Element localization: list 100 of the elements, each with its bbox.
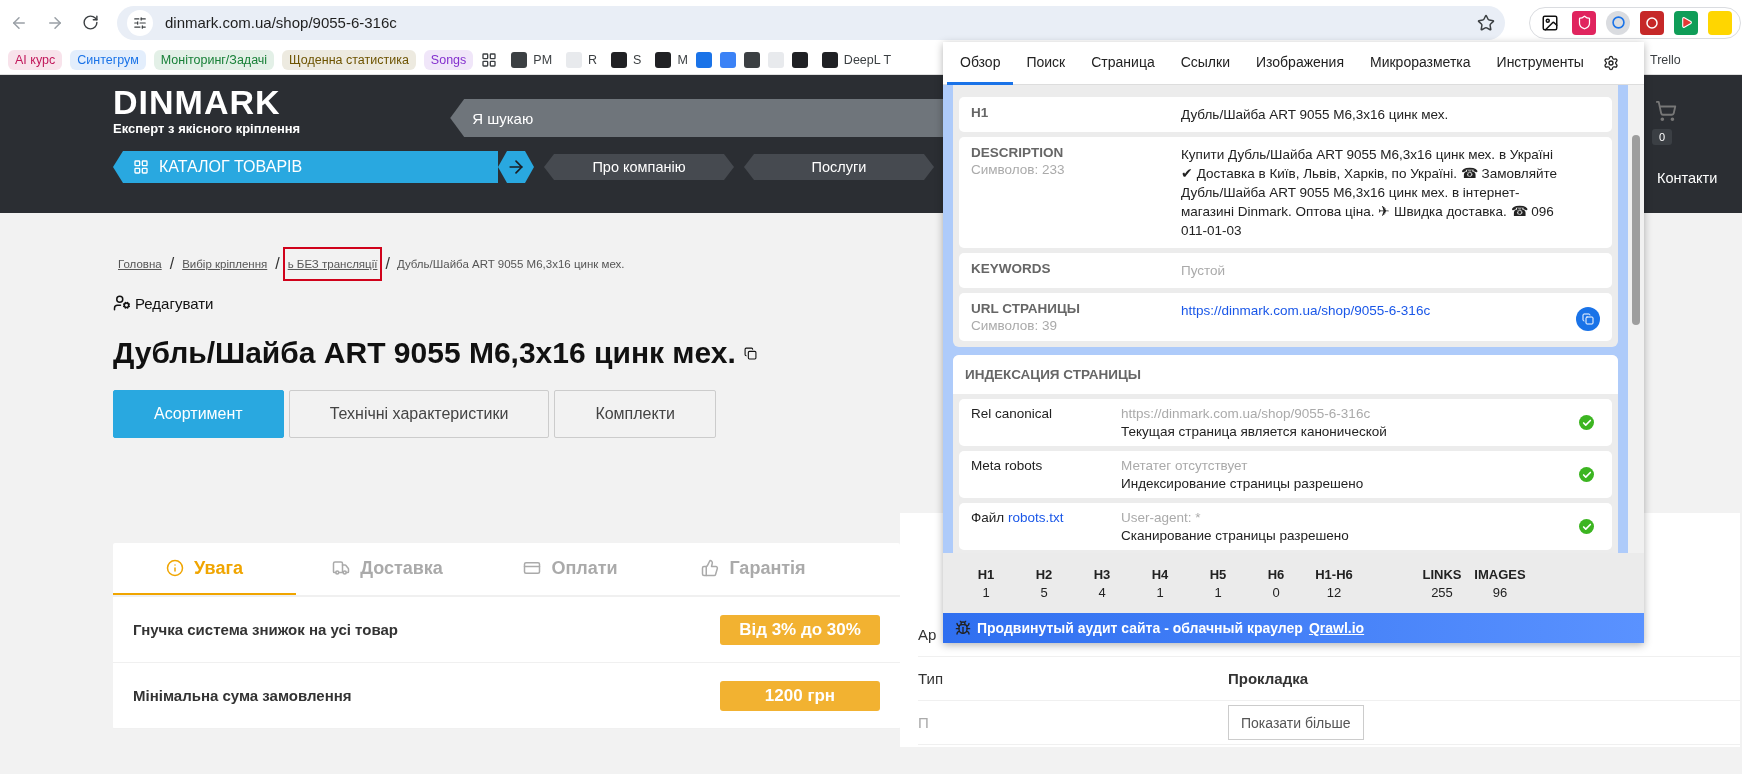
stat-label: H1-H6 [1315, 566, 1353, 582]
thumbs-up-icon [701, 559, 720, 577]
show-more-button[interactable]: Показати більше [1228, 705, 1364, 740]
stat-label: H2 [1035, 566, 1053, 582]
bookmark-star-icon[interactable] [1477, 13, 1495, 32]
bookmark-group[interactable]: Синтегрум [70, 49, 146, 70]
site-settings-icon[interactable] [127, 9, 153, 36]
info-badge: Від 3% до 30% [720, 614, 880, 645]
stat-value: 1 [982, 584, 990, 600]
meta-label: DESCRIPTION [971, 145, 1065, 160]
spec-label: Ар [918, 626, 937, 643]
logo-tagline: Експерт з якісного кріплення [113, 121, 301, 136]
cart-count: 0 [1652, 129, 1673, 145]
settings-icon[interactable] [1602, 55, 1619, 71]
stat-value: 1 [1156, 584, 1164, 600]
bookmark-group[interactable]: Щоденна статистика [282, 49, 416, 70]
stat-label: H3 [1093, 566, 1111, 582]
bookmark-group[interactable]: Моніторинг/Задачі [153, 49, 275, 70]
popup-tab[interactable]: Ссылки [1167, 41, 1243, 85]
spec-value: Прокладка [1228, 670, 1309, 687]
stat-value: 5 [1040, 584, 1048, 600]
address-bar[interactable]: dinmark.com.ua/shop/9055-6-316c [117, 5, 1505, 40]
card-icon [523, 559, 542, 577]
scrollbar[interactable] [1628, 85, 1644, 553]
play-extension-icon[interactable] [1674, 10, 1698, 35]
meta-value: Дубль/Шайба ART 9055 M6,3x16 цинк мех. [1181, 106, 1450, 124]
bookmark-group[interactable]: AI курс [8, 49, 63, 70]
breadcrumb-current: Дубль/Шайба ART 9055 M6,3x16 цинк мех. [395, 258, 625, 270]
apps-icon[interactable] [481, 51, 498, 68]
stat-value: 4 [1098, 584, 1106, 600]
stat-value: 255 [1431, 584, 1453, 600]
index-detail: User-agent: * [1121, 510, 1202, 525]
char-count: Символов: 39 [971, 318, 1059, 333]
meta-value: Пустой [1181, 262, 1227, 280]
section-title: ИНДЕКСАЦИЯ СТРАНИЦЫ [953, 355, 1618, 394]
user-settings-icon[interactable] [113, 294, 131, 312]
meta-value: Купити Дубль/Шайба ART 9055 M6,3x16 цинк мех. в Україні ✔ Доставка в Київ, Львів, Харків, по Україні. ☎ Замовляйте Дубль/Шайба ART 9055 M6,3x16 цинк мех. в інтернет-магазині Dinmark. Оптова ціна. ✈ Швидка доставка. ☎ 096 011-01-03 [1181, 146, 1559, 240]
index-label: Файл robots.txt [971, 510, 1065, 525]
cart-icon[interactable] [1655, 100, 1677, 122]
index-status: Индексирование страницы разрешено [1121, 476, 1365, 491]
bookmark-icon[interactable] [791, 51, 808, 68]
robots-link[interactable]: robots.txt [1007, 510, 1064, 525]
stat-label: H1 [977, 566, 995, 582]
breadcrumb-link[interactable]: Вибір кріплення [177, 247, 273, 281]
stat-value: 96 [1492, 584, 1508, 600]
popup-tab[interactable]: Микроразметка [1357, 41, 1484, 85]
bug-icon [955, 620, 971, 636]
bookmark-link[interactable]: PM [511, 51, 553, 68]
edit-link[interactable]: Редагувати [135, 294, 214, 312]
truck-icon [332, 559, 351, 577]
stat-value: 1 [1214, 584, 1222, 600]
bookmark-link[interactable]: Trello [1650, 53, 1681, 67]
stat-value: 12 [1326, 584, 1342, 600]
popup-tab[interactable]: Изображения [1243, 41, 1357, 85]
stat-label: LINKS [1422, 566, 1462, 582]
product-tab[interactable]: Технічні характеристики [288, 390, 550, 438]
copy-icon[interactable] [743, 346, 757, 360]
info-label: Мінімальна сума замовлення [133, 687, 352, 704]
promo-text: Продвинутый аудит сайта - облачный краулер [977, 620, 1303, 636]
meta-label: KEYWORDS [971, 261, 1052, 276]
breadcrumb-link[interactable]: ь БЕЗ трансляції [282, 247, 383, 281]
site-logo[interactable]: DINMARK [113, 85, 301, 119]
stat-label: H6 [1267, 566, 1285, 582]
shield-extension-icon[interactable] [1572, 10, 1596, 35]
stat-label: IMAGES [1474, 566, 1526, 582]
bookmark-link[interactable]: DeepL T [821, 51, 892, 68]
index-label: Meta robots [971, 458, 1044, 473]
breadcrumb-separator: / [169, 255, 175, 273]
breadcrumb-link[interactable]: Головна [113, 247, 167, 281]
index-status: Текущая страница является канонической [1121, 424, 1388, 439]
popup-tab[interactable]: Инструменты [1483, 41, 1597, 85]
product-tab[interactable]: Комплекти [554, 390, 716, 438]
url-link[interactable]: https://dinmark.com.ua/shop/9055-6-316c [1181, 301, 1560, 320]
nav-item[interactable]: Про компанію [544, 154, 734, 180]
index-status: Сканирование страницы разрешено [1121, 528, 1350, 543]
char-count: Символов: 233 [971, 162, 1066, 177]
breadcrumb-separator: / [275, 255, 280, 273]
bookmark-icon[interactable] [743, 51, 760, 68]
stat-value: 0 [1272, 584, 1280, 600]
popup-tab[interactable]: Страница [1078, 41, 1168, 85]
spec-label: П [918, 714, 929, 731]
warning-icon [166, 559, 185, 577]
info-badge: 1200 грн [720, 680, 880, 711]
index-detail: Метатег отсутствует [1121, 458, 1249, 473]
index-detail: https://dinmark.com.ua/shop/9055-6-316c [1121, 406, 1372, 421]
nav-item[interactable]: Послуги [744, 154, 934, 180]
nav-item[interactable]: Контакти [1657, 170, 1718, 186]
grid-icon [133, 159, 149, 175]
index-label: Rel canonical [971, 406, 1054, 421]
bookmark-group[interactable]: Songs [423, 49, 474, 70]
reload-icon[interactable] [82, 14, 99, 31]
promo-link[interactable]: Qrawl.io [1308, 620, 1365, 636]
arrow-right-icon[interactable] [498, 151, 534, 183]
spec-label: Тип [918, 670, 943, 687]
stat-label: H4 [1151, 566, 1169, 582]
stat-label: H5 [1209, 566, 1227, 582]
page-title: Дубль/Шайба ART 9055 M6,3x16 цинк мех. [113, 336, 736, 370]
breadcrumb-separator: / [385, 255, 390, 273]
popup-tab[interactable]: Поиск [1013, 41, 1079, 85]
info-label: Гнучка система знижок на усі товар [133, 621, 398, 638]
